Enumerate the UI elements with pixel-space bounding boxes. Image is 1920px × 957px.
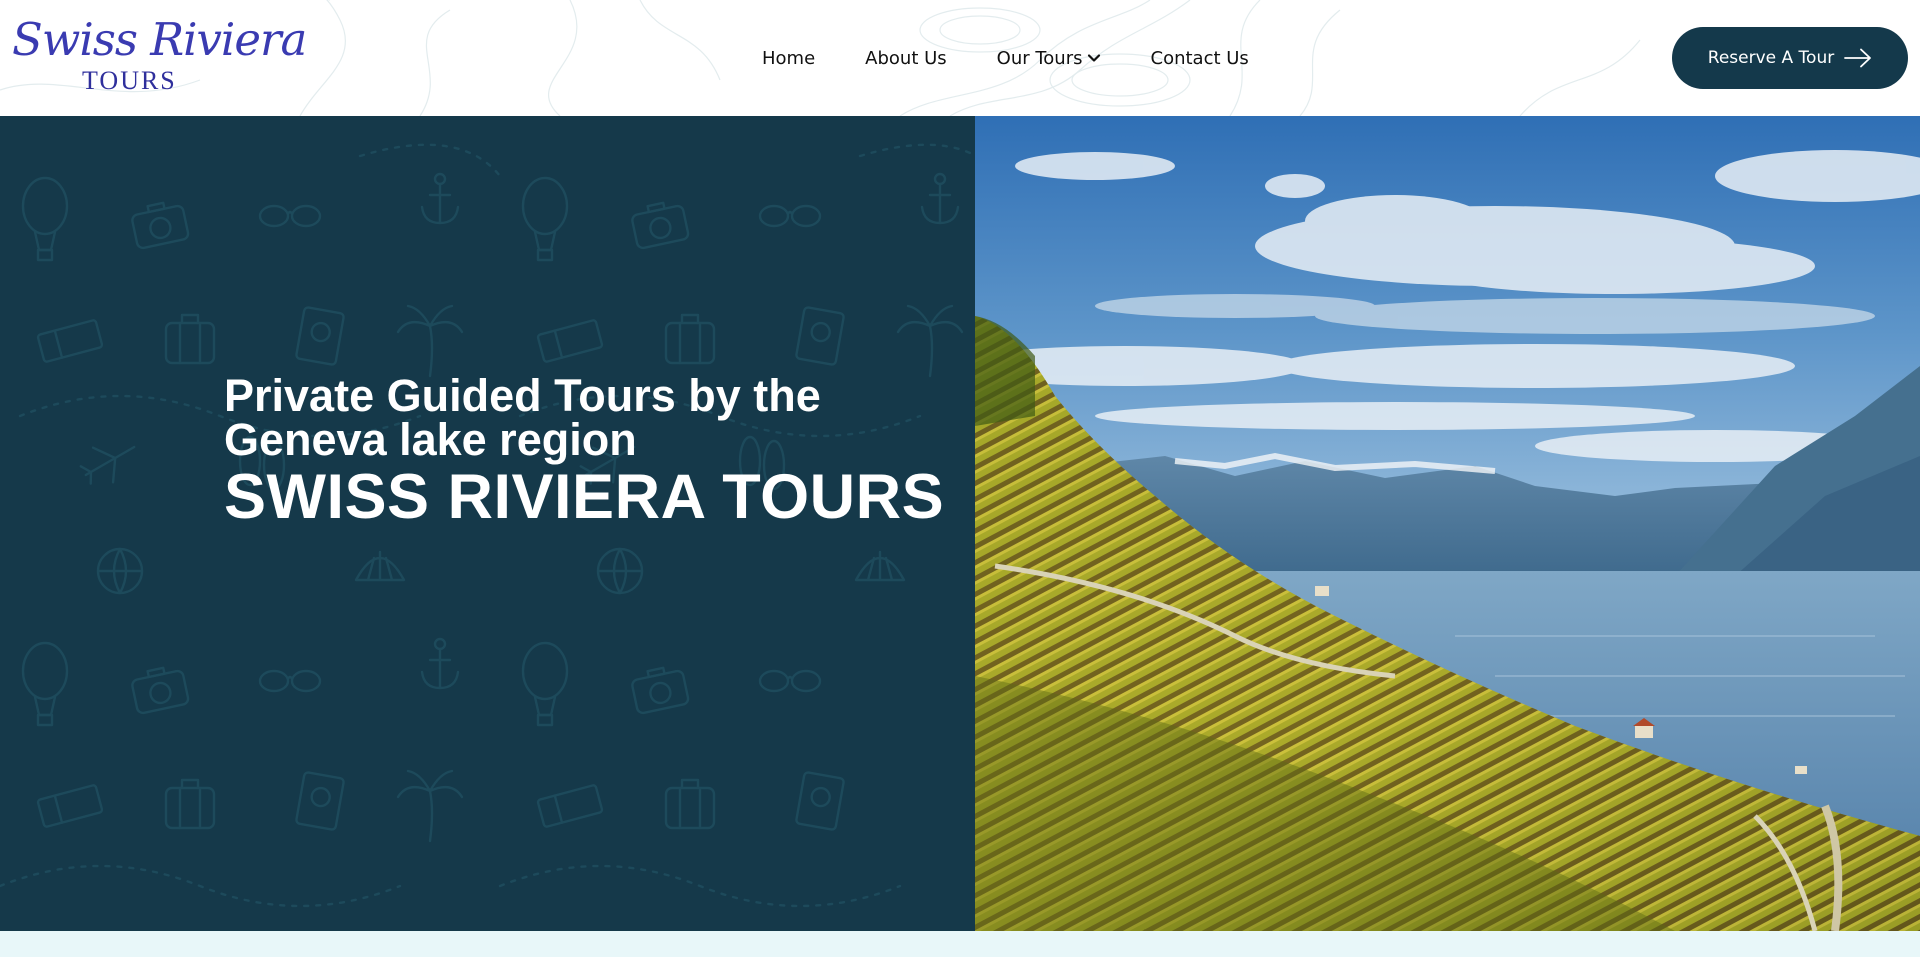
reserve-tour-button[interactable]: Reserve A Tour bbox=[1672, 27, 1908, 89]
lavaux-vineyard-lake-photo bbox=[975, 116, 1920, 931]
logo-script-text: Swiss Riviera bbox=[12, 13, 307, 66]
nav-our-tours[interactable]: Our Tours bbox=[997, 48, 1101, 69]
site-header: Swiss Riviera TOURS Home About Us Our To… bbox=[0, 0, 1920, 116]
next-section-edge bbox=[0, 931, 1920, 957]
hero-heading-block: Private Guided Tours by the Geneva lake … bbox=[224, 370, 964, 532]
chevron-down-icon bbox=[1087, 54, 1100, 62]
logo-subtitle: TOURS bbox=[82, 66, 177, 95]
main-navigation: Home About Us Our Tours Contact Us bbox=[762, 44, 1249, 72]
arrow-right-icon bbox=[1844, 48, 1872, 68]
hero-title: SWISS RIVIERA TOURS bbox=[224, 462, 945, 532]
nav-contact-us[interactable]: Contact Us bbox=[1151, 48, 1249, 69]
site-logo[interactable]: Swiss Riviera TOURS bbox=[12, 13, 307, 98]
nav-home[interactable]: Home bbox=[762, 48, 815, 69]
hero-text-panel: Private Guided Tours by the Geneva lake … bbox=[0, 116, 975, 931]
hero-subtitle: Private Guided Tours by the Geneva lake … bbox=[224, 370, 821, 465]
nav-about-us[interactable]: About Us bbox=[865, 48, 947, 69]
nav-our-tours-label: Our Tours bbox=[996, 47, 1083, 69]
hero-image bbox=[975, 116, 1920, 931]
reserve-tour-label: Reserve A Tour bbox=[1707, 48, 1835, 68]
